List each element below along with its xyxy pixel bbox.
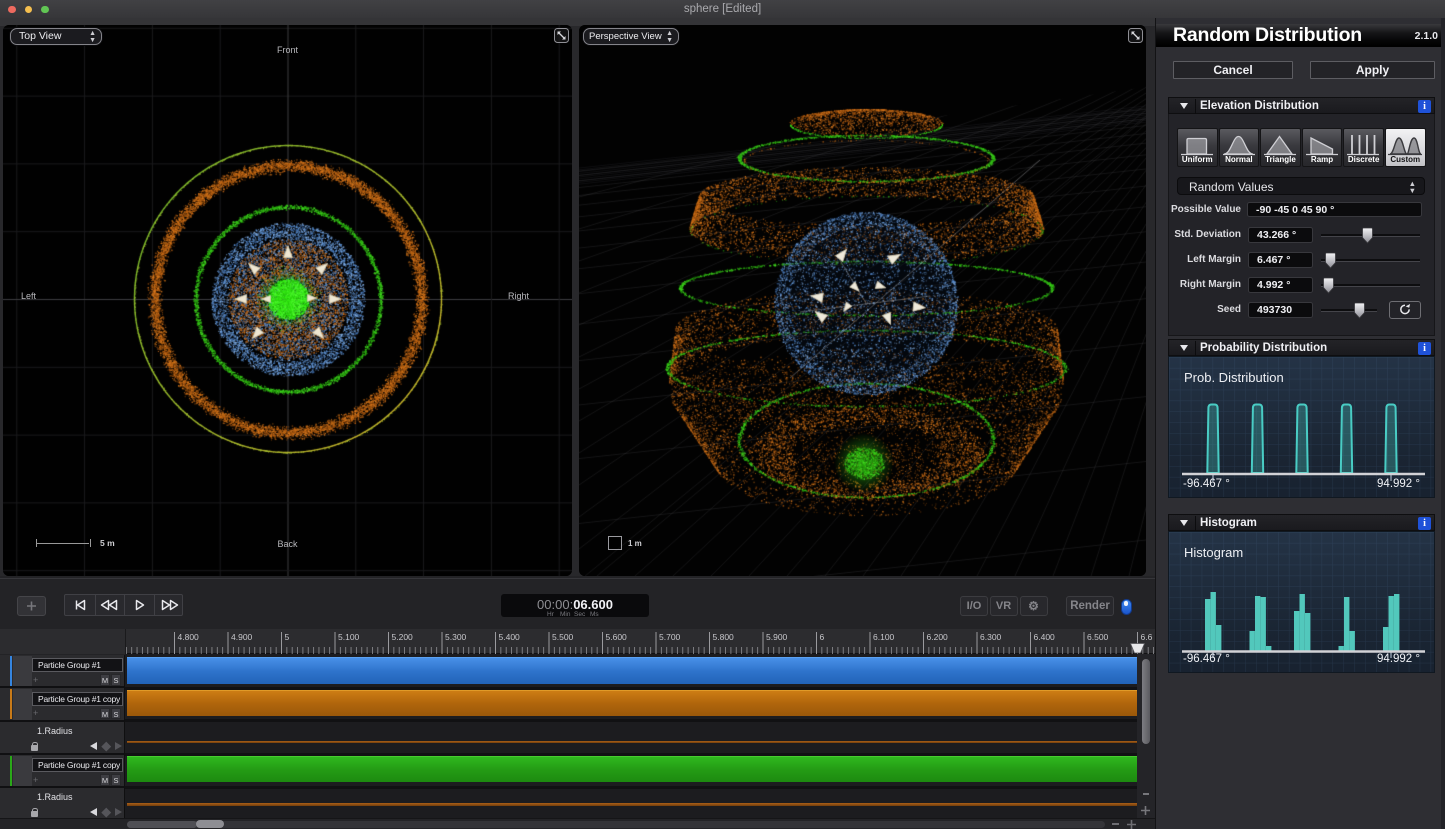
svg-text:5.700: 5.700 xyxy=(659,632,681,642)
svg-text:6.200: 6.200 xyxy=(927,632,949,642)
svg-text:6.500: 6.500 xyxy=(1087,632,1109,642)
svg-text:5.100: 5.100 xyxy=(338,632,360,642)
svg-text:6.300: 6.300 xyxy=(980,632,1002,642)
svg-text:5.400: 5.400 xyxy=(499,632,521,642)
svg-text:4.800: 4.800 xyxy=(178,632,200,642)
svg-text:5.500: 5.500 xyxy=(552,632,574,642)
svg-text:5: 5 xyxy=(285,632,290,642)
svg-text:6.100: 6.100 xyxy=(873,632,895,642)
svg-text:5.600: 5.600 xyxy=(606,632,628,642)
svg-text:5.200: 5.200 xyxy=(392,632,414,642)
svg-text:5.900: 5.900 xyxy=(766,632,788,642)
svg-text:6.6: 6.6 xyxy=(1141,632,1153,642)
svg-text:6: 6 xyxy=(820,632,825,642)
svg-text:5.800: 5.800 xyxy=(713,632,735,642)
svg-text:6.400: 6.400 xyxy=(1034,632,1056,642)
svg-text:4.900: 4.900 xyxy=(231,632,253,642)
svg-text:5.300: 5.300 xyxy=(445,632,467,642)
